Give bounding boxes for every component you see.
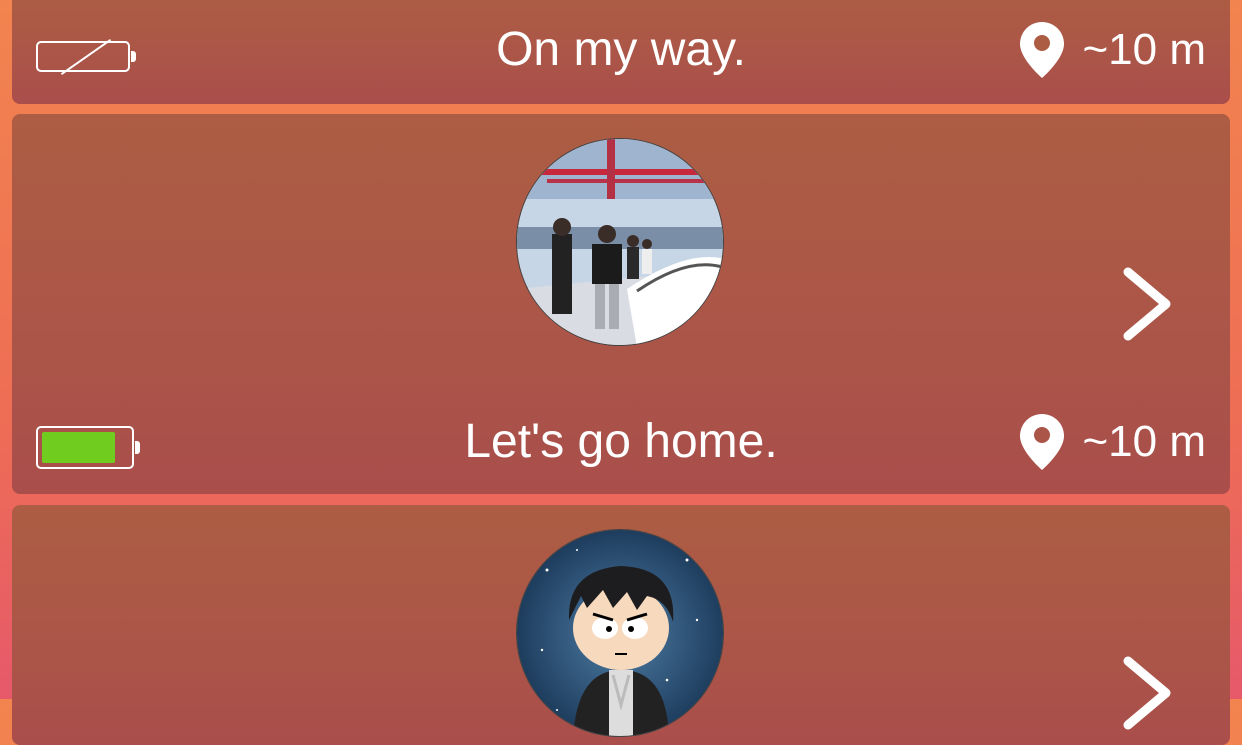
location-pin-icon <box>1020 22 1065 78</box>
photo-people-on-boat-icon <box>517 139 723 345</box>
distance-label: ~10 m <box>1082 25 1206 74</box>
avatar[interactable] <box>516 138 724 346</box>
location-pin-icon <box>1020 414 1065 470</box>
distance-indicator: ~10 m <box>1020 412 1206 472</box>
friend-card[interactable] <box>12 505 1230 745</box>
friend-card[interactable]: Let's go home. ~10 m <box>12 114 1230 494</box>
distance-indicator: ~10 m <box>1020 20 1206 80</box>
cartoon-character-icon <box>517 530 723 736</box>
distance-label: ~10 m <box>1082 417 1206 466</box>
chevron-right-icon[interactable] <box>1120 655 1176 731</box>
avatar[interactable] <box>516 529 724 737</box>
friend-card[interactable]: On my way. ~10 m <box>12 0 1230 104</box>
chevron-right-icon[interactable] <box>1120 266 1176 342</box>
